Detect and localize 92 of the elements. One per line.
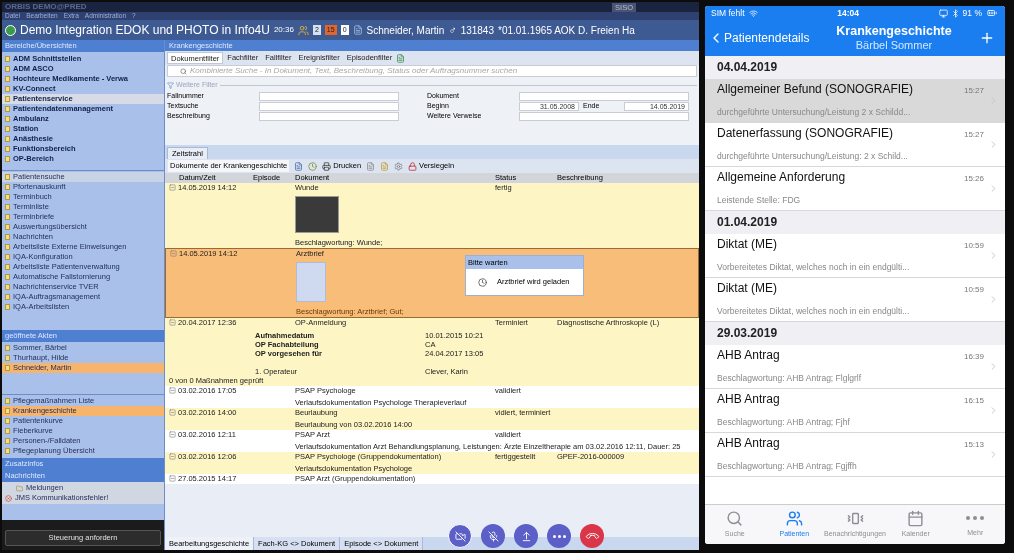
document-icon[interactable] — [352, 25, 363, 35]
record-subtitle: Vorbereitetes Diktat, welches noch in ein endgülti... — [717, 305, 910, 316]
input-field[interactable] — [259, 91, 399, 101]
chevron-right-icon — [988, 250, 999, 261]
record-time: 10:59 — [963, 283, 984, 296]
record-time: 10:59 — [963, 239, 984, 252]
carrier-text: SIM fehlt — [711, 6, 745, 20]
record-title: Datenerfassung (SONOGRAFIE) — [717, 124, 894, 142]
document-icon[interactable] — [396, 53, 406, 63]
record-subtitle: Beschlagwortung: AHB Antrag; Flglgrlf — [717, 372, 862, 383]
document-thumbnail[interactable] — [296, 262, 326, 302]
lock-icon — [408, 161, 418, 171]
bluetooth-icon — [950, 8, 960, 18]
meeting-title: Demo Integration EDOK und PHOTO in Info4U — [20, 22, 270, 39]
hang-up-button[interactable] — [580, 524, 604, 548]
collapse-icon[interactable] — [169, 319, 176, 326]
collapse-icon[interactable] — [169, 387, 176, 394]
printer-icon — [322, 161, 332, 171]
more-icon — [966, 516, 985, 521]
filter-icon[interactable] — [167, 81, 174, 89]
document-icon[interactable] — [294, 161, 304, 171]
status-time: 14:04 — [837, 6, 859, 20]
input-field[interactable] — [259, 111, 399, 121]
plus-icon — [979, 30, 995, 46]
collapse-icon[interactable] — [169, 409, 176, 416]
record-title: Diktat (ME) — [717, 279, 777, 297]
record-subtitle: Beschlagwortung: AHB Antrag; Fjhf — [717, 416, 850, 427]
clock-icon[interactable] — [308, 161, 318, 171]
search-icon — [726, 509, 744, 527]
record-time: 16:15 — [963, 394, 984, 407]
record-title: AHB Antrag — [717, 434, 780, 452]
record-subtitle: Leistende Stelle: FDG — [717, 194, 801, 205]
patient-id: 131843 — [460, 23, 494, 38]
search-icon — [180, 67, 187, 75]
calendar-icon — [907, 509, 925, 527]
photo-placeholder[interactable] — [295, 196, 339, 233]
record-time: 15:26 — [963, 172, 984, 185]
camera-off-button[interactable] — [448, 524, 472, 548]
users-icon[interactable] — [297, 24, 309, 36]
date-header: 01.04.2019 — [705, 211, 1005, 234]
error-icon — [5, 494, 12, 502]
patient-details: *01.01.1965 AOK D. Freien Ha — [498, 23, 635, 38]
screen-title: Krankengeschichte — [836, 24, 952, 38]
record-subtitle: Vorbereitetes Diktat, welches noch in ein endgülti... — [717, 261, 910, 272]
document-icon[interactable] — [366, 161, 376, 171]
settings-icon[interactable] — [394, 161, 404, 171]
patient-name: Schneider, Martin — [366, 23, 445, 38]
search-placeholder: Kombinierte Suche - In Dokument, Text, Beschreibung, Status oder Auftragsnummer suchen — [190, 65, 518, 77]
collapse-icon[interactable] — [169, 475, 176, 482]
people-icon — [785, 509, 803, 527]
clock-icon — [478, 277, 487, 287]
monitor-icon — [938, 8, 948, 18]
gender-symbol: ♂ — [448, 22, 457, 38]
folder-icon — [16, 484, 23, 492]
record-subtitle: Beschlagwortung: AHB Antrag; Fgjffh — [717, 460, 857, 471]
record-title: Allgemeiner Befund (SONOGRAFIE) — [717, 80, 914, 98]
date-header: 04.04.2019 — [705, 56, 1005, 79]
table-row[interactable] — [165, 318, 699, 386]
collapse-icon[interactable] — [170, 250, 177, 257]
back-button[interactable]: Patientendetails — [708, 29, 816, 47]
clock-time: 20:36 — [273, 24, 294, 36]
input-field[interactable] — [259, 101, 399, 111]
microphone-off-icon — [487, 530, 499, 542]
record-subtitle: durchgeführte Untersuchung/Leistung: 2 x Schild... — [717, 150, 908, 161]
record-title: AHB Antrag — [717, 390, 780, 408]
collapse-icon[interactable] — [169, 453, 176, 460]
record-title: AHB Antrag — [717, 346, 780, 364]
record-title: Diktat (ME) — [717, 235, 777, 253]
record-time: 16:39 — [963, 350, 984, 363]
window-title: ORBIS DEMO@PRED — [5, 2, 87, 12]
screen-subtitle: Bärbel Sommer — [855, 38, 933, 52]
share-screen-button[interactable] — [514, 524, 538, 548]
app-logo-icon — [5, 24, 16, 36]
date-header: 29.03.2019 — [705, 322, 1005, 345]
record-time: 15:13 — [963, 438, 984, 451]
record-time: 15:27 — [963, 128, 984, 141]
more-button[interactable] — [547, 524, 571, 548]
more-icon — [552, 534, 566, 538]
mute-button[interactable] — [481, 524, 505, 548]
collapse-icon[interactable] — [169, 184, 176, 191]
wifi-icon — [748, 8, 758, 18]
camera-off-icon — [454, 530, 466, 542]
record-subtitle: durchgeführte Untersuchung/Leistung 2 x Schildd... — [717, 106, 911, 117]
record-list-item[interactable]: Allgemeiner Befund (SONOGRAFIE) 15:27 durchgeführte Untersuchung/Leistung 2 x Schildd... — [705, 79, 1005, 123]
battery-text: 91 % — [962, 6, 982, 20]
record-title: Allgemeine Anforderung — [717, 168, 846, 186]
input-field[interactable] — [519, 111, 689, 121]
battery-icon — [985, 8, 999, 18]
collapse-icon[interactable] — [169, 431, 176, 438]
share-screen-icon — [520, 530, 532, 542]
record-time: 15:27 — [963, 84, 984, 97]
input-field[interactable] — [519, 91, 689, 101]
